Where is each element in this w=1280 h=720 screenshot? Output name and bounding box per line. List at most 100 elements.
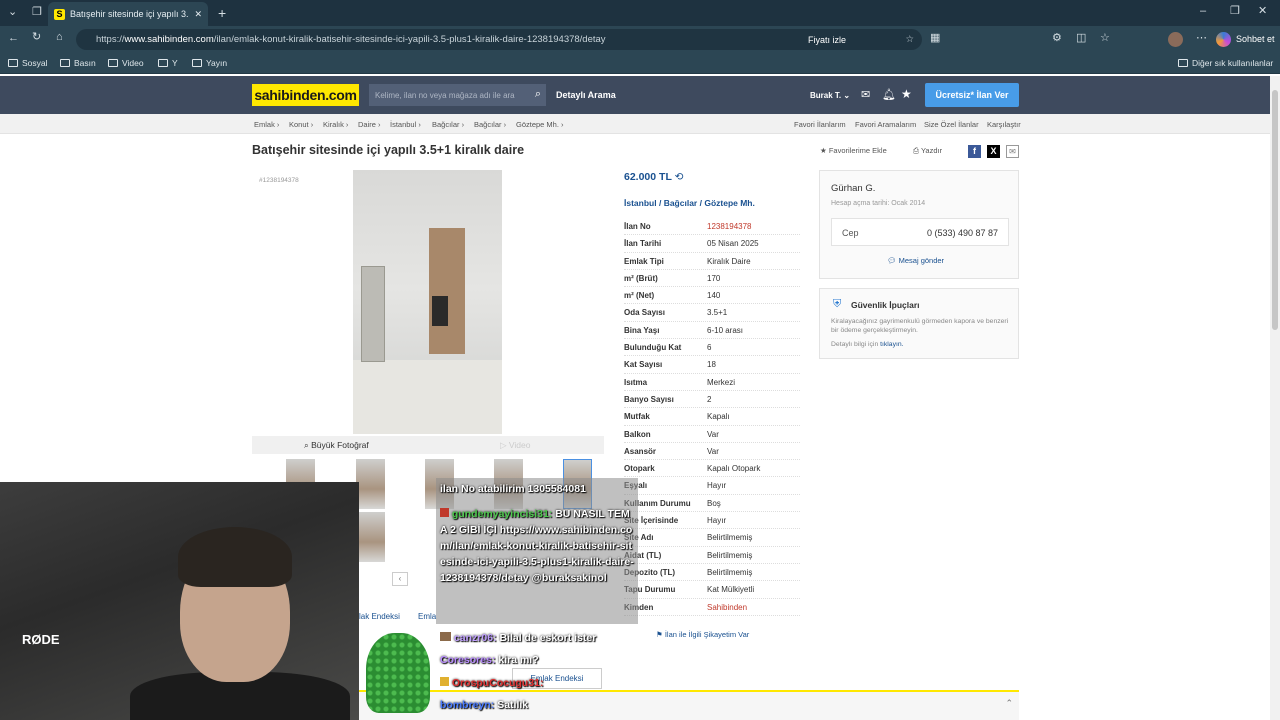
- breadcrumb-item[interactable]: Kiralık ›: [323, 120, 348, 129]
- sahibinden-favicon-icon: S: [54, 8, 65, 20]
- photo-door: [361, 266, 385, 362]
- photo-cabinet: [429, 228, 465, 354]
- folder-icon: [158, 59, 168, 67]
- x-share-icon[interactable]: X: [987, 145, 1000, 158]
- price-watch-button[interactable]: Fiyatı izle: [808, 35, 846, 45]
- bookmark-yayin[interactable]: Yayın: [192, 58, 227, 68]
- streamer-webcam: RØDE: [0, 482, 359, 720]
- url-field[interactable]: https://www.sahibinden.com/ilan/emlak-ko…: [76, 29, 922, 50]
- breadcrumb: Emlak › Konut › Kiralık › Daire › İstanb…: [0, 114, 1270, 134]
- folder-icon: [8, 59, 18, 67]
- copilot-icon[interactable]: [1216, 32, 1231, 47]
- search-icon[interactable]: ⌕: [535, 88, 541, 101]
- bookmark-video[interactable]: Video: [108, 58, 144, 68]
- facebook-share-icon[interactable]: f: [968, 145, 981, 158]
- free-listing-button[interactable]: Ücretsiz* İlan Ver: [925, 83, 1019, 107]
- send-message-link[interactable]: 💬︎ Mesaj gönder: [887, 256, 944, 265]
- chat-button[interactable]: Sohbet et: [1236, 34, 1275, 44]
- phone-number[interactable]: 0 (533) 490 87 87: [927, 228, 998, 238]
- url-path: /ilan/emlak-konut-kiralik-batisehir-site…: [213, 34, 606, 45]
- home-icon[interactable]: ⌂: [56, 32, 63, 43]
- active-tab[interactable]: S Batışehir sitesinde içi yapılı 3.5+1 k…: [48, 2, 208, 26]
- detail-row: Aidat (TL) Belirtilmemiş: [624, 547, 800, 564]
- top-link-favori-aramalar[interactable]: Favori Aramalarım: [855, 120, 916, 129]
- breadcrumb-item[interactable]: Bağcılar ›: [432, 120, 464, 129]
- detail-value: 6: [707, 343, 712, 353]
- back-icon[interactable]: ←: [8, 33, 19, 44]
- breadcrumb-item[interactable]: Konut ›: [289, 120, 313, 129]
- location-district[interactable]: Bağcılar: [664, 198, 698, 208]
- user-menu[interactable]: Burak T. ⌄: [810, 91, 850, 100]
- tab-emlak-partial[interactable]: Emla: [418, 612, 436, 621]
- thumbnail-prev-button[interactable]: ‹: [392, 572, 408, 586]
- extension-icon[interactable]: ▦: [930, 33, 940, 44]
- detail-row: Emlak Tipi Kiralık Daire: [624, 253, 800, 270]
- email-share-icon[interactable]: ✉: [1006, 145, 1019, 158]
- top-link-favori-ilanlar[interactable]: Favori İlanlarım: [794, 120, 846, 129]
- bookmark-sosyal[interactable]: Sosyal: [8, 58, 48, 68]
- seller-name[interactable]: Gürhan G.: [831, 183, 875, 194]
- mail-icon[interactable]: ✉: [861, 88, 870, 101]
- close-window-icon[interactable]: ✕: [1258, 6, 1267, 17]
- location-city[interactable]: İstanbul: [624, 198, 657, 208]
- main-photo[interactable]: [353, 170, 502, 434]
- profile-avatar[interactable]: [1168, 32, 1183, 47]
- complaint-link[interactable]: ⚑ İlan ile İlgili Şikayetim Var: [656, 630, 749, 639]
- notification-bell-icon[interactable]: 🔔︎: [882, 88, 896, 101]
- breadcrumb-item[interactable]: Daire ›: [358, 120, 381, 129]
- more-menu-icon[interactable]: ⋯: [1196, 33, 1207, 44]
- bookmark-label: Video: [122, 58, 144, 68]
- price-history-icon[interactable]: ⟲: [675, 171, 684, 183]
- tab-emlak-endeksi-partial[interactable]: lak Endeksi: [359, 612, 400, 621]
- page-scrollbar[interactable]: [1270, 76, 1280, 720]
- close-tab-icon[interactable]: ✕: [194, 9, 202, 20]
- thumbnail[interactable]: [356, 512, 385, 562]
- other-bookmarks[interactable]: Diğer sık kullanılanlar: [1178, 58, 1273, 68]
- search-input[interactable]: Kelime, ilan no veya mağaza adı ile ara …: [369, 84, 546, 106]
- bookmark-label: Sosyal: [22, 58, 48, 68]
- refresh-icon[interactable]: ↻: [32, 32, 41, 43]
- split-screen-icon[interactable]: ◫: [1076, 33, 1086, 44]
- top-link-size-ozel[interactable]: Size Özel İlanlar: [924, 120, 979, 129]
- tab-actions-icon[interactable]: ⌄: [8, 7, 17, 18]
- workspaces-icon[interactable]: ❐: [32, 7, 42, 18]
- top-link-karsilastir[interactable]: Karşılaştır: [987, 120, 1021, 129]
- address-bar-row: ← ↻ ⌂ https://www.sahibinden.com/ilan/em…: [0, 26, 1280, 53]
- big-photo-button[interactable]: ⌕ Büyük Fotoğraf: [304, 440, 369, 451]
- listing-price: 62.000 TL ⟲: [624, 171, 684, 183]
- extensions-icon[interactable]: ⚙: [1052, 33, 1062, 44]
- video-button[interactable]: ▷ Video: [500, 440, 531, 451]
- chat-user: gundemyayincisi31:: [451, 508, 553, 520]
- breadcrumb-item[interactable]: Göztepe Mh. ›: [516, 120, 564, 129]
- favorites-star-icon[interactable]: ★: [901, 87, 912, 101]
- add-favorites-link[interactable]: ★ Favorilerime Ekle: [820, 146, 887, 155]
- maximize-icon[interactable]: ❐: [1230, 6, 1240, 17]
- breadcrumb-item[interactable]: İstanbul ›: [390, 120, 421, 129]
- scrollbar-thumb[interactable]: [1272, 90, 1278, 330]
- listing-details-table: İlan No 1238194378 İlan Tarihi 05 Nisan 202…: [624, 218, 800, 616]
- new-tab-icon[interactable]: +: [218, 6, 226, 20]
- security-more-link[interactable]: tıklayın.: [880, 341, 903, 348]
- breadcrumb-item[interactable]: Emlak ›: [254, 120, 279, 129]
- user-badge-icon: [440, 632, 451, 641]
- listing-location: İstanbul / Bağcılar / Göztepe Mh.: [624, 198, 755, 208]
- favorites-icon[interactable]: ☆: [1100, 33, 1110, 44]
- location-neighborhood[interactable]: Göztepe Mh.: [704, 198, 755, 208]
- detail-value: Kiralık Daire: [707, 256, 751, 266]
- favorite-star-icon[interactable]: ☆: [905, 34, 914, 45]
- detail-value: Belirtilmemiş: [707, 550, 753, 560]
- detailed-search-link[interactable]: Detaylı Arama: [556, 90, 616, 100]
- detail-row: Kimden Sahibinden: [624, 599, 800, 616]
- bookmark-basin[interactable]: Basın: [60, 58, 96, 68]
- detail-key: Asansör: [624, 446, 657, 456]
- print-link[interactable]: ⎙ Yazdır: [913, 146, 942, 156]
- bookmark-y[interactable]: Y: [158, 58, 178, 68]
- thumbnail[interactable]: [356, 459, 385, 509]
- breadcrumb-item[interactable]: Bağcılar ›: [474, 120, 506, 129]
- site-logo[interactable]: sahibinden.com: [252, 84, 359, 106]
- detail-row: m² (Net) 140: [624, 287, 800, 305]
- detail-key: Mutfak: [624, 412, 650, 422]
- collapse-icon[interactable]: ⌃: [1005, 698, 1013, 709]
- minimize-icon[interactable]: –: [1200, 6, 1206, 17]
- detail-key: İlan No: [624, 222, 651, 231]
